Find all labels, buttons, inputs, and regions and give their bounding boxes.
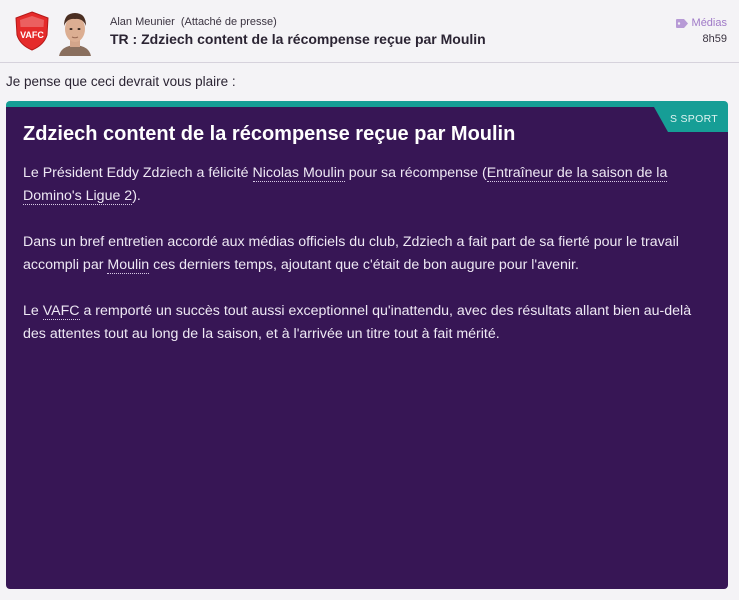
club-crest-icon[interactable]: VAFC [14,11,50,51]
article-paragraph-1: Le Président Eddy Zdziech a félicité Nic… [23,162,713,208]
person-link-moulin[interactable]: Moulin [107,257,150,274]
source-label: Médias [691,17,727,29]
crest-text: VAFC [20,30,44,40]
paragraph-text: pour sa récompense ( [344,165,487,181]
message-intro: Je pense que ceci devrait vous plaire : [6,74,236,89]
sender-name[interactable]: Alan Meunier [110,16,175,28]
message-time: 8h59 [702,33,727,45]
source-badge-label: S SPORT [669,113,718,125]
sender-line: Alan Meunier (Attaché de presse) [110,16,277,28]
message-header: VAFC Alan Meunier (Attaché de presse) TR … [0,0,739,63]
article-body: Le Président Eddy Zdziech a félicité Nic… [23,162,713,369]
message-source: Médias [675,17,727,29]
article-title: Zdziech content de la récompense reçue p… [23,123,516,145]
source-badge: S SPORT [654,107,728,132]
sender-avatar[interactable] [55,8,95,56]
paragraph-text: Le Président Eddy Zdziech a félicité [23,165,253,181]
article-paragraph-3: Le VAFC a remporté un succès tout aussi … [23,300,713,346]
paragraph-text: a remporté un succès tout aussi exceptio… [23,303,692,342]
sender-role: (Attaché de presse) [180,16,277,28]
paragraph-text: ces derniers temps, ajoutant que c'était… [149,257,579,273]
paragraph-text: Le [23,303,43,319]
paragraph-text: ). [132,188,141,204]
article-paragraph-2: Dans un bref entretien accordé aux média… [23,231,713,277]
club-link-vafc[interactable]: VAFC [42,303,80,320]
tag-icon [675,18,688,28]
news-article-card: S SPORT Zdziech content de la récompense… [6,101,728,589]
person-link-nicolas-moulin[interactable]: Nicolas Moulin [252,165,345,182]
message-subject: TR : Zdziech content de la récompense re… [110,31,486,47]
